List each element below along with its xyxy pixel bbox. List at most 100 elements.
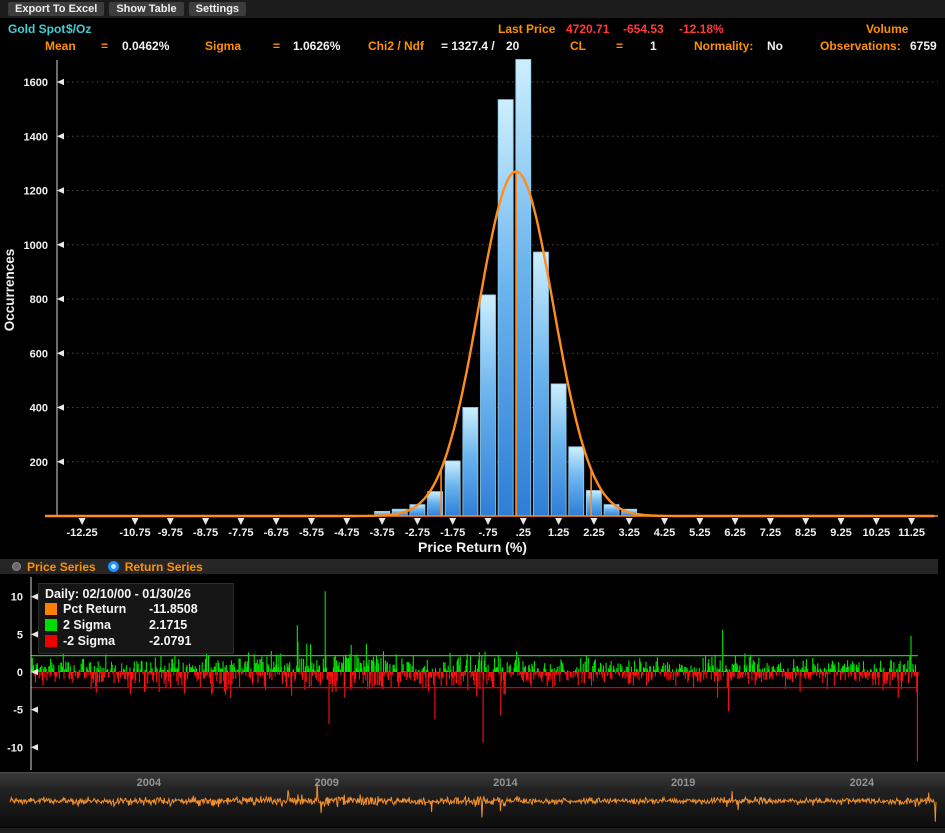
hist-xtick-arrow (343, 518, 350, 525)
hist-ytick-label: 800 (30, 294, 48, 306)
hist-xtick-arrow (838, 518, 845, 525)
hist-xtick-label: 4.25 (654, 527, 675, 539)
hist-xtick-label: .25 (516, 527, 531, 539)
hist-bar (463, 408, 478, 517)
return-ytick-arrow (31, 594, 38, 600)
charts-canvas: 2004006008001000120014001600-12.25-10.75… (0, 0, 945, 833)
hist-xtick-arrow (520, 518, 527, 525)
hist-xtick-arrow (414, 518, 421, 525)
hist-xtick-label: -2.75 (405, 527, 430, 539)
histogram-xaxis-title: Price Return (%) (0, 539, 945, 555)
hist-xtick-label: -1.75 (440, 527, 465, 539)
legend-row: 2 Sigma2.1715 (45, 617, 227, 633)
bloomberg-histogram-screen: Export To Excel Show Table Settings Gold… (0, 0, 945, 833)
hist-ytick-label: 1200 (24, 186, 48, 198)
legend-row: -2 Sigma-2.0791 (45, 633, 227, 649)
window-bottom-edge (0, 828, 945, 833)
hist-bar (569, 447, 584, 516)
legend-row-value: -11.8508 (149, 602, 198, 616)
hist-xtick-label: 2.25 (583, 527, 604, 539)
hist-xtick-arrow (908, 518, 915, 525)
hist-bar (445, 461, 460, 516)
legend-row-value: 2.1715 (149, 618, 187, 632)
series-radio-label: Price Series (27, 560, 96, 574)
hist-ytick-label: 600 (30, 348, 48, 360)
series-radio-price-series[interactable]: Price Series (12, 560, 96, 574)
hist-xtick-arrow (79, 518, 86, 525)
hist-ytick-label: 200 (30, 457, 48, 469)
radio-unselected-icon[interactable] (12, 562, 21, 571)
hist-xtick-arrow (555, 518, 562, 525)
series-radio-label: Return Series (125, 560, 203, 574)
hist-yaxis-title: Occurrences (2, 249, 17, 332)
hist-xtick-arrow (308, 518, 315, 525)
hist-xtick-arrow (273, 518, 280, 525)
hist-xtick-arrow (202, 518, 209, 525)
hist-xtick-label: -9.75 (158, 527, 183, 539)
hist-ytick-arrow (57, 350, 64, 356)
hist-xtick-arrow (873, 518, 880, 525)
hist-xtick-label: -6.75 (264, 527, 289, 539)
legend-row-label: -2 Sigma (63, 634, 149, 648)
hist-xtick-label: 3.25 (618, 527, 639, 539)
series-toggle-bar: Price Series Return Series (0, 559, 938, 574)
legend-row-label: 2 Sigma (63, 618, 149, 632)
hist-ytick-arrow (57, 133, 64, 139)
hist-xtick-label: -8.75 (193, 527, 218, 539)
series-legend-box: Daily: 02/10/00 - 01/30/26 Pct Return-11… (38, 583, 234, 654)
hist-xtick-label: 6.25 (724, 527, 745, 539)
hist-xtick-arrow (167, 518, 174, 525)
hist-ytick-arrow (57, 404, 64, 410)
histogram-plot: 2004006008001000120014001600-12.25-10.75… (2, 59, 938, 539)
hist-xtick-label: 11.25 (898, 527, 925, 539)
hist-xtick-arrow (767, 518, 774, 525)
legend-color-chip-icon (45, 635, 57, 647)
hist-ytick-arrow (57, 187, 64, 193)
hist-xtick-label: 5.25 (689, 527, 710, 539)
return-ytick-label: 0 (17, 667, 23, 679)
hist-xtick-label: -3.75 (370, 527, 395, 539)
hist-xtick-arrow (379, 518, 386, 525)
hist-xtick-label: 1.25 (548, 527, 569, 539)
hist-bar (551, 384, 566, 516)
legend-color-chip-icon (45, 619, 57, 631)
return-ytick-arrow (31, 744, 38, 750)
hist-ytick-label: 1000 (24, 240, 48, 252)
hist-xtick-label: 10.25 (863, 527, 891, 539)
navigator-return-waveform (10, 782, 936, 822)
hist-xtick-arrow (696, 518, 703, 525)
return-ytick-label: 10 (11, 592, 23, 604)
hist-xtick-arrow (237, 518, 244, 525)
hist-ytick-arrow (57, 242, 64, 248)
legend-row-value: -2.0791 (149, 634, 191, 648)
hist-xtick-label: -12.25 (66, 527, 97, 539)
hist-xtick-label: -10.75 (119, 527, 150, 539)
hist-xtick-arrow (485, 518, 492, 525)
hist-bar (586, 491, 601, 516)
radio-selected-icon[interactable] (108, 561, 119, 572)
hist-bar (498, 100, 513, 516)
negative-returns-series (31, 672, 918, 761)
return-ytick-label: -5 (13, 705, 23, 717)
legend-date-range: Daily: 02/10/00 - 01/30/26 (45, 587, 227, 601)
return-ytick-label: -10 (7, 742, 23, 754)
hist-xtick-arrow (590, 518, 597, 525)
legend-row: Pct Return-11.8508 (45, 601, 227, 617)
hist-ytick-label: 1600 (24, 77, 48, 89)
hist-ytick-label: 400 (30, 403, 48, 415)
return-ytick-arrow (31, 631, 38, 637)
return-ytick-label: 5 (17, 629, 23, 641)
return-ytick-arrow (31, 706, 38, 712)
hist-ytick-arrow (57, 79, 64, 85)
hist-ytick-arrow (57, 296, 64, 302)
hist-xtick-label: 9.25 (830, 527, 851, 539)
hist-xtick-label: -.75 (479, 527, 498, 539)
hist-bar (533, 252, 548, 516)
hist-xtick-arrow (626, 518, 633, 525)
hist-xtick-arrow (732, 518, 739, 525)
hist-xtick-label: -7.75 (228, 527, 253, 539)
hist-xtick-arrow (449, 518, 456, 525)
series-radio-return-series[interactable]: Return Series (108, 560, 203, 574)
hist-bar (516, 59, 531, 516)
legend-color-chip-icon (45, 603, 57, 615)
